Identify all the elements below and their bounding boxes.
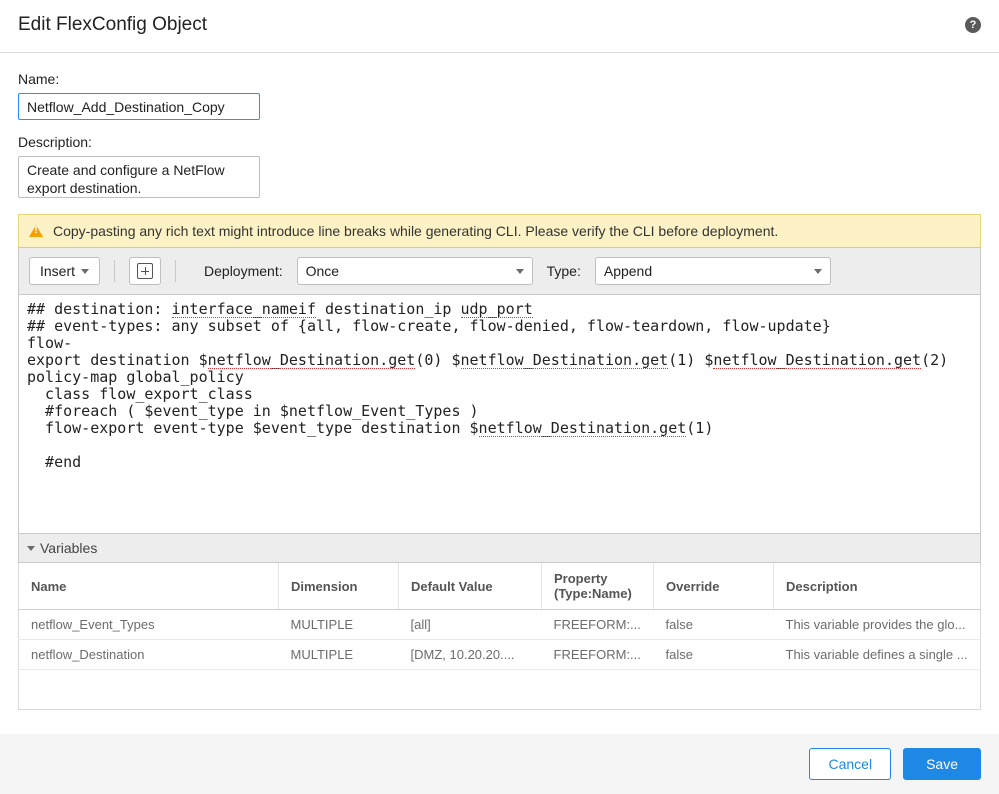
col-dimension[interactable]: Dimension (279, 563, 399, 610)
cell-property: FREEFORM:... (542, 610, 654, 640)
col-name[interactable]: Name (19, 563, 279, 610)
table-row[interactable]: netflow_Event_Types MULTIPLE [all] FREEF… (19, 610, 981, 640)
cell-dimension: MULTIPLE (279, 640, 399, 670)
variables-label: Variables (40, 540, 97, 556)
cell-description: This variable provides the glo... (774, 610, 981, 640)
cell-default-value: [all] (399, 610, 542, 640)
dialog-footer: Cancel Save (0, 734, 999, 794)
name-label: Name: (18, 71, 981, 87)
deployment-select[interactable]: Once (297, 257, 533, 285)
warning-icon (29, 225, 43, 237)
variables-section-header[interactable]: Variables (18, 533, 981, 563)
insert-label: Insert (40, 263, 75, 279)
description-label: Description: (18, 134, 981, 150)
deployment-value: Once (306, 263, 339, 279)
warning-banner: Copy-pasting any rich text might introdu… (18, 214, 981, 247)
separator (114, 260, 115, 282)
col-description[interactable]: Description (774, 563, 981, 610)
help-icon[interactable]: ? (965, 17, 981, 33)
cell-description: This variable defines a single ... (774, 640, 981, 670)
description-input[interactable]: Create and configure a NetFlow export de… (18, 156, 260, 198)
variable-icon (137, 263, 153, 279)
cell-dimension: MULTIPLE (279, 610, 399, 640)
insert-button[interactable]: Insert (29, 257, 100, 285)
separator (175, 260, 176, 282)
table-header-row: Name Dimension Default Value Property (T… (19, 563, 981, 610)
type-select[interactable]: Append (595, 257, 831, 285)
cell-property: FREEFORM:... (542, 640, 654, 670)
cell-default-value: [DMZ, 10.20.20.... (399, 640, 542, 670)
type-label: Type: (547, 263, 581, 279)
chevron-down-icon (27, 546, 35, 551)
code-editor[interactable]: ## destination: interface_nameif destina… (18, 295, 981, 533)
cell-name: netflow_Destination (19, 640, 279, 670)
variable-tool-button[interactable] (129, 257, 161, 285)
name-input[interactable] (18, 93, 260, 120)
table-row[interactable]: netflow_Destination MULTIPLE [DMZ, 10.20… (19, 640, 981, 670)
cell-override: false (654, 640, 774, 670)
chevron-down-icon (516, 269, 524, 274)
col-default-value[interactable]: Default Value (399, 563, 542, 610)
deployment-label: Deployment: (204, 263, 283, 279)
cell-override: false (654, 610, 774, 640)
variables-table: Name Dimension Default Value Property (T… (18, 563, 981, 710)
dialog-title: Edit FlexConfig Object (18, 14, 207, 36)
warning-text: Copy-pasting any rich text might introdu… (53, 223, 778, 239)
type-value: Append (604, 263, 652, 279)
col-override[interactable]: Override (654, 563, 774, 610)
col-property[interactable]: Property (Type:Name) (542, 563, 654, 610)
save-button[interactable]: Save (903, 748, 981, 780)
table-empty-row (19, 670, 981, 710)
cancel-button[interactable]: Cancel (809, 748, 891, 780)
cell-name: netflow_Event_Types (19, 610, 279, 640)
chevron-down-icon (814, 269, 822, 274)
chevron-down-icon (81, 269, 89, 274)
editor-toolbar: Insert Deployment: Once Type: Append (18, 247, 981, 295)
